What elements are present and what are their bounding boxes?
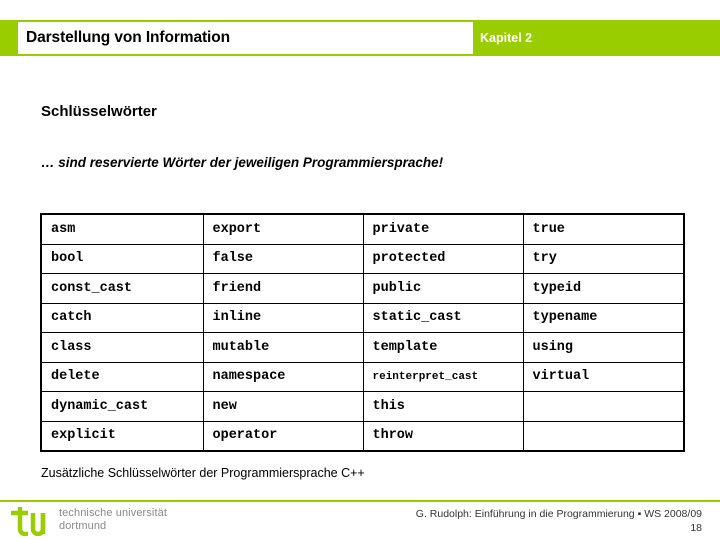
keyword-cell: this bbox=[362, 391, 524, 422]
keyword-cell: false bbox=[202, 243, 364, 274]
keyword-cell: public bbox=[362, 273, 524, 304]
table-row: asm export private true bbox=[40, 213, 685, 245]
keyword-cell: throw bbox=[362, 420, 524, 452]
tu-logo-icon bbox=[11, 507, 46, 536]
page-title: Darstellung von Information bbox=[26, 29, 230, 46]
keyword-cell: const_cast bbox=[40, 273, 204, 304]
keyword-cell: protected bbox=[362, 243, 524, 274]
footer-divider bbox=[0, 500, 720, 502]
keyword-cell: delete bbox=[40, 361, 204, 392]
table-row: explicit operator throw bbox=[40, 420, 685, 452]
keyword-cell: template bbox=[362, 332, 524, 363]
keyword-cell: true bbox=[522, 213, 685, 245]
tu-dortmund-logo: technische universität dortmund bbox=[8, 506, 167, 536]
keyword-cell: using bbox=[522, 332, 685, 363]
keyword-table-body: asm export private true bool false protected tr… bbox=[40, 213, 685, 452]
keyword-cell: reinterpret_cast bbox=[362, 361, 524, 392]
table-row: bool false protected try bbox=[40, 243, 685, 274]
keyword-cell: static_cast bbox=[362, 302, 524, 333]
keyword-cell: typename bbox=[522, 302, 685, 333]
table-row: delete namespace reinterpret_cast virtual bbox=[40, 361, 685, 392]
keyword-cell: try bbox=[522, 243, 685, 274]
keyword-cell: friend bbox=[202, 273, 364, 304]
table-row: dynamic_cast new this bbox=[40, 391, 685, 422]
keyword-cell: operator bbox=[202, 420, 364, 452]
keyword-cell: explicit bbox=[40, 420, 204, 452]
keyword-table: asm export private true bool false protected tr… bbox=[40, 213, 685, 452]
footer-credit: G. Rudolph: Einführung in die Programmie… bbox=[415, 508, 702, 520]
keyword-cell: bool bbox=[40, 243, 204, 274]
keyword-cell: private bbox=[362, 213, 524, 245]
keyword-cell bbox=[522, 420, 685, 452]
keyword-cell: typeid bbox=[522, 273, 685, 304]
keyword-cell: export bbox=[202, 213, 364, 245]
tu-logo-wordmark: technische universität dortmund bbox=[59, 507, 167, 532]
table-caption: Zusätzliche Schlüsselwörter der Programm… bbox=[41, 466, 365, 480]
slide-header-bar: Darstellung von Information Kapitel 2 bbox=[0, 20, 720, 56]
keyword-cell: asm bbox=[40, 213, 204, 245]
table-row: const_cast friend public typeid bbox=[40, 273, 685, 304]
keyword-cell bbox=[522, 391, 685, 422]
page-number: 18 bbox=[690, 522, 702, 534]
keyword-cell: virtual bbox=[522, 361, 685, 392]
keyword-cell: mutable bbox=[202, 332, 364, 363]
section-heading: Schlüsselwörter bbox=[41, 103, 157, 120]
keyword-cell: class bbox=[40, 332, 204, 363]
keyword-cell: namespace bbox=[202, 361, 364, 392]
tu-logo-line-2: dortmund bbox=[59, 519, 107, 532]
header-title-box: Darstellung von Information bbox=[18, 22, 473, 54]
section-subtitle: … sind reservierte Wörter der jeweiligen… bbox=[41, 155, 444, 170]
table-row: catch inline static_cast typename bbox=[40, 302, 685, 333]
chapter-label: Kapitel 2 bbox=[480, 31, 533, 45]
keyword-cell: inline bbox=[202, 302, 364, 333]
table-row: class mutable template using bbox=[40, 332, 685, 363]
tu-logo-line-1: technische universität bbox=[59, 507, 167, 519]
keyword-cell: catch bbox=[40, 302, 204, 333]
keyword-cell: dynamic_cast bbox=[40, 391, 204, 422]
keyword-cell: new bbox=[202, 391, 364, 422]
